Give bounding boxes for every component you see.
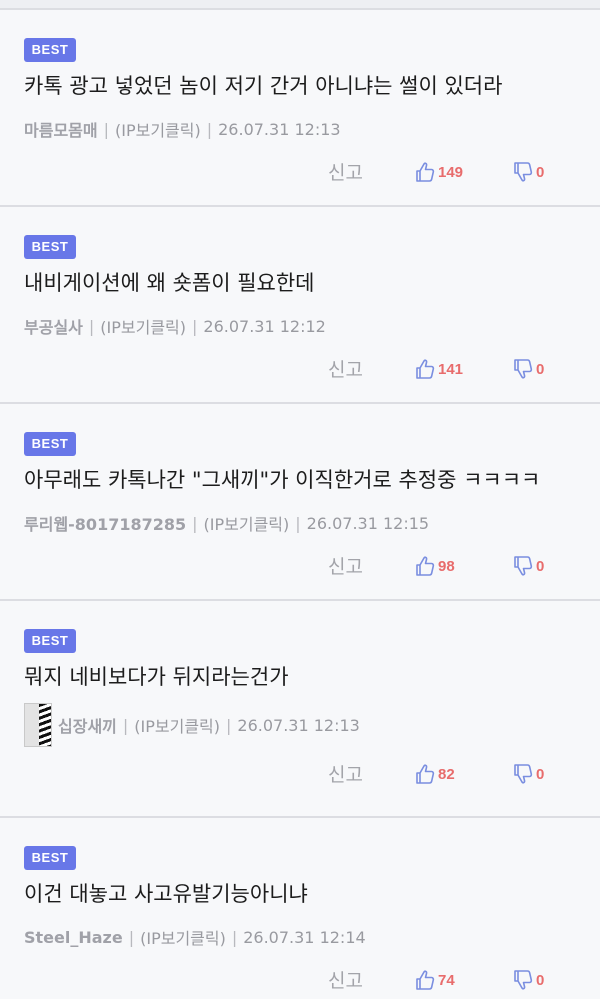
comment-text: 내비게이션에 왜 숏폼이 필요한데 <box>24 271 315 295</box>
comment-actions: 신고 74 0 <box>0 966 600 996</box>
comment-text: 카톡 광고 넣었던 놈이 저기 간거 아니냐는 썰이 있더라 <box>24 74 503 98</box>
dislike-button[interactable]: 0 <box>513 161 544 183</box>
dislike-count: 0 <box>536 557 545 575</box>
comment-timestamp: 26.07.31 12:13 <box>218 119 341 139</box>
comment-meta: Steel_Haze | (IP보기클릭) | 26.07.31 12:14 <box>24 922 366 952</box>
like-button[interactable]: 98 <box>415 555 455 577</box>
thumbs-up-icon <box>416 970 435 990</box>
meta-separator: | <box>192 513 198 533</box>
author-name[interactable]: 십장새끼 <box>58 713 117 737</box>
comment-item: BEST 뭐지 네비보다가 뒤지라는건가 십장새끼 | (IP보기클릭) | 2… <box>0 599 600 817</box>
like-count: 74 <box>438 971 455 989</box>
report-button[interactable]: 신고 <box>328 355 363 385</box>
meta-separator: | <box>122 715 129 735</box>
meta-separator: | <box>192 316 198 336</box>
comment-meta: 루리웹-8017187285 | (IP보기클릭) | 26.07.31 12:… <box>24 508 429 538</box>
meta-separator: | <box>88 316 95 336</box>
ip-view-link[interactable]: (IP보기클릭) <box>115 117 201 141</box>
ip-view-link[interactable]: (IP보기클릭) <box>100 314 186 338</box>
meta-separator: | <box>206 119 213 139</box>
like-button[interactable]: 141 <box>415 358 463 380</box>
like-count: 98 <box>438 557 455 575</box>
thumbs-up-icon <box>416 556 435 576</box>
dislike-count: 0 <box>536 163 545 181</box>
report-button[interactable]: 신고 <box>328 158 363 188</box>
ip-view-link[interactable]: (IP보기클릭) <box>204 511 290 535</box>
comment-item: BEST 아무래도 카톡나간 "그새끼"가 이직한거로 추정중 ㅋㅋㅋㅋ 루리웹… <box>0 402 600 600</box>
comment-list: BEST 카톡 광고 넣었던 놈이 저기 간거 아니냐는 썰이 있더라 마름모몸… <box>0 0 600 999</box>
thumbs-down-icon <box>514 359 533 379</box>
dislike-button[interactable]: 0 <box>513 969 544 991</box>
thumbs-up-icon <box>416 359 435 379</box>
comment-timestamp: 26.07.31 12:15 <box>306 513 430 533</box>
dislike-button[interactable]: 0 <box>513 555 544 577</box>
dislike-count: 0 <box>536 360 545 378</box>
thumbs-down-icon <box>514 556 533 576</box>
comment-meta: 부공실사 | (IP보기클릭) | 26.07.31 12:12 <box>24 311 326 341</box>
comment-timestamp: 26.07.31 12:12 <box>203 316 326 336</box>
like-button[interactable]: 149 <box>415 161 463 183</box>
comment-item: BEST 내비게이션에 왜 숏폼이 필요한데 부공실사 | (IP보기클릭) |… <box>0 205 600 403</box>
ip-view-link[interactable]: (IP보기클릭) <box>134 713 220 737</box>
comment-text: 뭐지 네비보다가 뒤지라는건가 <box>24 665 289 689</box>
meta-separator: | <box>226 715 232 735</box>
author-name[interactable]: 부공실사 <box>24 314 83 338</box>
dislike-button[interactable]: 0 <box>513 763 544 785</box>
comment-item: BEST 카톡 광고 넣었던 놈이 저기 간거 아니냐는 썰이 있더라 마름모몸… <box>0 8 600 206</box>
comment-text: 이건 대놓고 사고유발기능아니냐 <box>24 882 308 906</box>
best-badge: BEST <box>24 432 76 456</box>
author-name[interactable]: Steel_Haze <box>24 928 123 947</box>
meta-separator: | <box>103 119 109 139</box>
comment-timestamp: 26.07.31 12:14 <box>243 927 366 947</box>
report-button[interactable]: 신고 <box>328 966 363 996</box>
meta-separator: | <box>128 927 135 947</box>
comment-meta: 마름모몸매 | (IP보기클릭) | 26.07.31 12:13 <box>24 114 341 144</box>
thumbs-down-icon <box>514 764 533 784</box>
thumbs-up-icon <box>416 162 435 182</box>
like-count: 141 <box>438 360 464 378</box>
ip-view-link[interactable]: (IP보기클릭) <box>140 925 226 949</box>
comment-actions: 신고 82 0 <box>0 760 600 790</box>
thumbs-down-icon <box>514 970 533 990</box>
comment-timestamp: 26.07.31 12:13 <box>237 715 360 735</box>
comment-actions: 신고 141 0 <box>0 355 600 385</box>
comment-item: BEST 이건 대놓고 사고유발기능아니냐 Steel_Haze | (IP보기… <box>0 816 600 999</box>
author-name[interactable]: 루리웹-8017187285 <box>24 511 186 535</box>
report-button[interactable]: 신고 <box>328 760 363 790</box>
like-count: 149 <box>438 163 464 181</box>
comment-actions: 신고 149 0 <box>0 158 600 188</box>
meta-separator: | <box>295 513 301 533</box>
dislike-count: 0 <box>536 765 545 783</box>
comment-meta: 십장새끼 | (IP보기클릭) | 26.07.31 12:13 <box>24 701 360 749</box>
dislike-count: 0 <box>536 971 545 989</box>
best-badge: BEST <box>24 629 76 653</box>
best-badge: BEST <box>24 38 76 62</box>
author-name[interactable]: 마름모몸매 <box>24 117 98 141</box>
like-button[interactable]: 82 <box>415 763 455 785</box>
thumbs-down-icon <box>514 162 533 182</box>
like-count: 82 <box>438 765 455 783</box>
best-badge: BEST <box>24 846 76 870</box>
best-badge: BEST <box>24 235 76 259</box>
comment-actions: 신고 98 0 <box>0 552 600 582</box>
comment-text: 아무래도 카톡나간 "그새끼"가 이직한거로 추정중 ㅋㅋㅋㅋ <box>24 468 541 492</box>
avatar <box>24 703 52 747</box>
meta-separator: | <box>231 927 238 947</box>
thumbs-up-icon <box>416 764 435 784</box>
report-button[interactable]: 신고 <box>328 552 363 582</box>
like-button[interactable]: 74 <box>415 969 455 991</box>
dislike-button[interactable]: 0 <box>513 358 544 380</box>
